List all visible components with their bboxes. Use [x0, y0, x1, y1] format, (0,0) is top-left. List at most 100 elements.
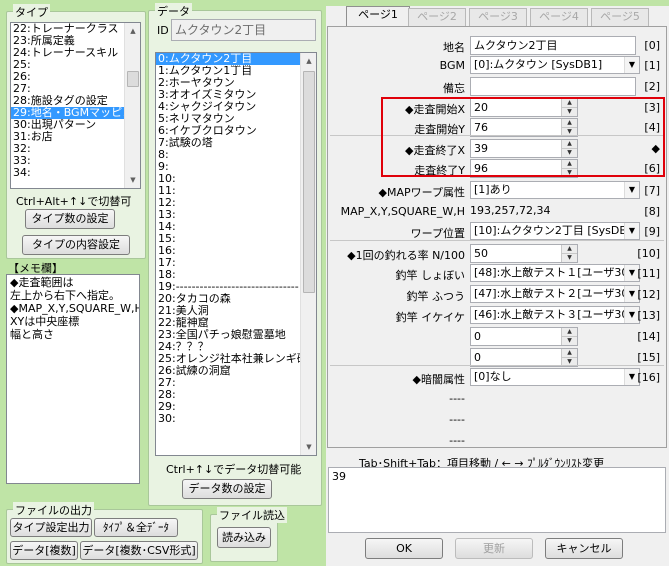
data-group-title: データ [155, 3, 192, 19]
memo-line: 幅と高さ [10, 328, 54, 341]
list-item[interactable]: 26: [11, 71, 125, 83]
rod_normal-value: [47]:水上敵テスト２[ユーザ30] [474, 287, 633, 300]
separator-line [330, 365, 664, 366]
list-item[interactable]: 25:オレンジ社本社兼レンギ研究 [156, 353, 300, 365]
data-count-button[interactable]: データ数の設定 [182, 479, 272, 499]
list-item[interactable]: 9: [156, 161, 300, 173]
fish_rate-label: ◆1回の釣れる率 N/100 [347, 249, 465, 262]
ok-button[interactable]: OK [365, 538, 443, 559]
darkness-dropdown[interactable]: [0]なし ▼ [470, 368, 640, 386]
list-item[interactable]: 11: [156, 185, 300, 197]
rod_normal-label: 釣竿 ふつう [406, 290, 466, 303]
list-item[interactable]: 30:出現パターン [11, 119, 125, 131]
spin-up-icon[interactable]: ▲ [561, 245, 577, 254]
rod_cool-index: [13] [637, 309, 660, 322]
list-item[interactable]: 22:トレーナークラス [11, 23, 125, 35]
list-item[interactable]: 24:トレーナースキル [11, 47, 125, 59]
list-item[interactable]: 30: [156, 413, 300, 425]
load-button[interactable]: 読み込み [217, 527, 271, 548]
list-item[interactable]: 25: [11, 59, 125, 71]
type-content-button[interactable]: タイプの内容設定 [22, 235, 130, 255]
list-item[interactable]: 27: [11, 83, 125, 95]
list-item[interactable]: 20:タカコの森 [156, 293, 300, 305]
list-item[interactable]: 14: [156, 221, 300, 233]
list-item[interactable]: 15: [156, 233, 300, 245]
list-item[interactable]: 24:？？？ [156, 341, 300, 353]
rod_normal-index: [12] [637, 288, 660, 301]
type-list-scrollbar[interactable]: ▲ ▼ [124, 23, 140, 188]
list-item[interactable]: 17: [156, 257, 300, 269]
list-item[interactable]: 2:ホーヤタウン [156, 77, 300, 89]
list-item[interactable]: 31:お店 [11, 131, 125, 143]
list-item[interactable]: 10: [156, 173, 300, 185]
list-item[interactable]: 16: [156, 245, 300, 257]
fish_rate-value: 50 [474, 247, 488, 260]
list-item[interactable]: 32: [11, 143, 125, 155]
spin-up-icon[interactable]: ▲ [561, 328, 577, 337]
spin-down-icon[interactable]: ▼ [561, 253, 577, 262]
spin-down-icon[interactable]: ▼ [561, 336, 577, 345]
list-item[interactable]: 28: [156, 389, 300, 401]
update-button[interactable]: 更新 [455, 538, 533, 559]
cancel-button[interactable]: キャンセル [545, 538, 623, 559]
type-output-button[interactable]: タイプ設定出力 [10, 518, 92, 537]
list-item[interactable]: 12: [156, 197, 300, 209]
rod_normal-dropdown[interactable]: [47]:水上敵テスト２[ユーザ30] ▼ [470, 285, 640, 303]
list-item[interactable]: 29: [156, 401, 300, 413]
type-list[interactable]: 22:トレーナークラス 23:所属定義 24:トレーナースキル 25: 26: 27: 28… [10, 22, 141, 189]
list-item[interactable]: 21:美人洞 [156, 305, 300, 317]
data-csv-button[interactable]: データ[複数･CSV形式] [80, 541, 198, 560]
warp_pos-dropdown[interactable]: [10]:ムクタウン2丁目 [SysDB7] ▼ [470, 222, 640, 240]
place_name-field[interactable]: ムクタウン2丁目 [470, 36, 636, 55]
list-item[interactable]: 19:------------------------------- [156, 281, 300, 293]
memo-box[interactable]: ◆走査範囲は 左上から右下へ指定。 ◆MAP_X,Y,SQUARE_W,H XYは中央… [6, 274, 140, 484]
list-item[interactable]: 8: [156, 149, 300, 161]
spin-up-icon[interactable]: ▲ [561, 349, 577, 358]
f14-index: [14] [637, 330, 660, 343]
type-all-data-button[interactable]: ﾀｲﾌﾟ＆全ﾃﾞｰﾀ [94, 518, 178, 537]
tab-page-2[interactable]: ページ2 [408, 8, 466, 26]
list-item[interactable]: 3:オオイズミタウン [156, 89, 300, 101]
list-item[interactable]: 26:試練の洞窟 [156, 365, 300, 377]
data-copy-button[interactable]: データ[複数] [10, 541, 78, 560]
tab-page-1[interactable]: ページ1 [346, 6, 410, 27]
map_warp-dropdown[interactable]: [1]あり ▼ [470, 181, 640, 199]
list-item[interactable]: 23:全国パチっ娘慰霊墓地 [156, 329, 300, 341]
list-item[interactable]: 4:シャクジイタウン [156, 101, 300, 113]
memo-value-area[interactable]: 39 [328, 467, 666, 533]
rod_cool-dropdown[interactable]: [46]:水上敵テスト３[ユーザ30] ▼ [470, 306, 640, 324]
fish_rate-spinner[interactable]: 50 ▲ ▼ [470, 244, 578, 263]
scroll-down-icon[interactable]: ▼ [125, 172, 140, 188]
list-item[interactable]: 6:イケブクロタウン [156, 125, 300, 137]
list-item[interactable]: 23:所属定義 [11, 35, 125, 47]
rod_old-dropdown[interactable]: [48]:水上敵テスト１[ユーザ30] ▼ [470, 264, 640, 282]
tab-page-4[interactable]: ページ4 [530, 8, 588, 26]
scroll-up-icon[interactable]: ▲ [125, 23, 140, 39]
list-item[interactable]: 29:地名・BGMマッピング [11, 107, 125, 119]
type-count-button[interactable]: タイプ数の設定 [25, 209, 115, 229]
note-field[interactable] [470, 77, 636, 96]
scroll-thumb[interactable] [127, 71, 139, 87]
list-item[interactable]: 5:ネリマタウン [156, 113, 300, 125]
list-item[interactable]: 7:試験の塔 [156, 137, 300, 149]
list-item[interactable]: 0:ムクタウン2丁目 [156, 53, 301, 66]
list-item[interactable]: 34: [11, 167, 125, 179]
list-item[interactable]: 18: [156, 269, 300, 281]
memo-value-text: 39 [332, 470, 346, 483]
map_warp-value: [1]あり [474, 183, 512, 196]
list-item[interactable]: 27: [156, 377, 300, 389]
list-item[interactable]: 13: [156, 209, 300, 221]
f14-spinner[interactable]: 0 ▲ ▼ [470, 327, 578, 346]
list-item[interactable]: 28:施設タグの設定 [11, 95, 125, 107]
tab-page-5[interactable]: ページ5 [591, 8, 649, 26]
rod_cool-label: 釣竿 イケイケ [395, 311, 465, 324]
tab-page-3[interactable]: ページ3 [469, 8, 527, 26]
highlight-box [381, 97, 665, 177]
bgm-value: [0]:ムクタウン [SysDB1] [474, 58, 603, 71]
bgm-dropdown[interactable]: [0]:ムクタウン [SysDB1] ▼ [470, 56, 640, 74]
place_name-index: [0] [644, 39, 660, 52]
list-item[interactable]: 1:ムクタウン1丁目 [156, 65, 300, 77]
list-item[interactable]: 22:龍神窟 [156, 317, 300, 329]
place_name-label: 地名 [443, 41, 465, 54]
list-item[interactable]: 33: [11, 155, 125, 167]
